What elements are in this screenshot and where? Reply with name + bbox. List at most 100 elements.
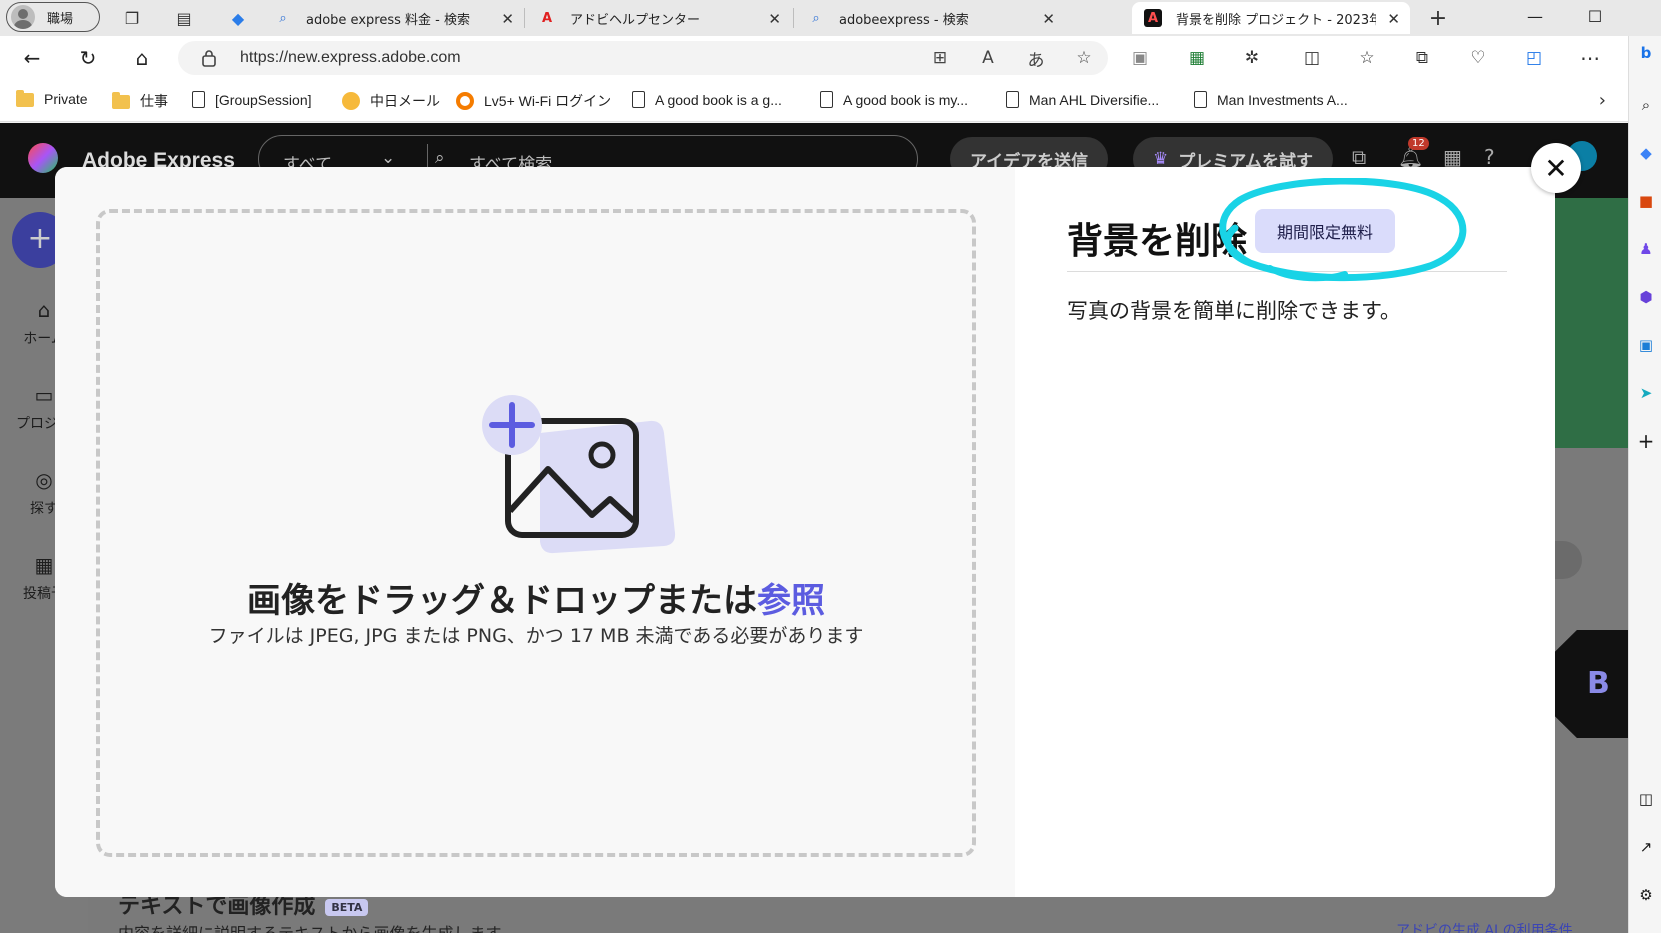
bing-chat-icon[interactable]: b xyxy=(1635,42,1657,64)
read-aloud-icon[interactable]: A xyxy=(964,48,1012,68)
free-for-limited-time-badge: 期間限定無料 xyxy=(1255,209,1395,253)
maximize-icon[interactable]: ☐ xyxy=(1575,2,1615,30)
hide-sidebar-icon[interactable]: ◫ xyxy=(1635,788,1657,810)
send-icon[interactable]: ➤ xyxy=(1635,382,1657,404)
bookmark-man-ahl[interactable]: Man AHL Diversifie... xyxy=(1006,91,1159,108)
more-menu-icon[interactable]: ⋯ xyxy=(1578,46,1602,70)
search-icon[interactable]: ⌕ xyxy=(1635,94,1657,116)
wifi-login-icon xyxy=(456,92,474,110)
bookmark-man-investments[interactable]: Man Investments A... xyxy=(1194,91,1348,108)
performance-icon[interactable]: ♡ xyxy=(1466,46,1490,70)
nav-label: 探す xyxy=(30,501,58,517)
browse-link[interactable]: 参照 xyxy=(757,581,825,621)
beta-badge: BETA xyxy=(325,898,369,916)
adobe-express-logo-icon xyxy=(28,143,58,173)
extension-green-icon[interactable]: ▦ xyxy=(1185,46,1209,70)
add-sidebar-app-icon[interactable]: + xyxy=(1635,429,1657,453)
settings-gear-icon[interactable]: ⚙ xyxy=(1635,884,1657,906)
tab-remove-background[interactable]: A 背景を削除 プロジェクト - 2023年 ✕ xyxy=(1132,2,1410,34)
office-icon[interactable]: ⬢ xyxy=(1635,286,1657,308)
extensions-puzzle-icon[interactable]: ✲ xyxy=(1240,46,1264,70)
genai-terms-link[interactable]: アドビの生成 AI の利用条件 xyxy=(1396,920,1573,933)
text-to-image-desc: 内容を詳細に説明するテキストから画像を生成します xyxy=(118,920,502,933)
bookmark-chunichi-mail[interactable]: 中日メール xyxy=(342,91,440,111)
bookmark-label: Man AHL Diversifie... xyxy=(1029,91,1160,108)
bookmark-label: Man Investments A... xyxy=(1217,91,1348,108)
image-upload-icon xyxy=(482,395,676,554)
games-icon[interactable]: ♟ xyxy=(1635,238,1657,260)
open-external-icon[interactable]: ↗ xyxy=(1635,836,1657,858)
tab-adobe-express-pricing[interactable]: ⌕ adobe express 料金 - 検索 ✕ xyxy=(262,2,524,34)
bookmark-good-book-1[interactable]: A good book is a g... xyxy=(632,91,782,108)
bookmark-good-book-2[interactable]: A good book is my... xyxy=(820,91,968,108)
vertical-tabs-icon[interactable]: ▤ xyxy=(172,6,196,30)
share-icon[interactable]: ⧉ xyxy=(1352,145,1366,169)
mail-icon xyxy=(342,92,360,110)
close-modal-button[interactable]: ✕ xyxy=(1531,143,1581,193)
edge-drop-icon[interactable]: ◰ xyxy=(1522,46,1546,70)
tools-icon[interactable]: ■ xyxy=(1635,190,1657,212)
split-screen-icon[interactable]: ◫ xyxy=(1300,46,1324,70)
extension-icon[interactable]: ▣ xyxy=(1128,46,1152,70)
refresh-icon[interactable]: ↻ xyxy=(74,45,102,71)
file-requirements-note: ファイルは JPEG, JPG または PNG、かつ 17 MB 未満である必要… xyxy=(208,625,864,647)
bookmark-label: A good book is my... xyxy=(843,91,969,108)
url-text: https://new.express.adobe.com xyxy=(240,49,461,66)
chevron-down-icon: ⌄ xyxy=(381,148,396,168)
minimize-icon[interactable]: — xyxy=(1515,2,1555,30)
shopping-tag-icon[interactable]: ◆ xyxy=(1635,142,1657,164)
brand-b-icon: B xyxy=(1587,666,1610,701)
translate-icon[interactable]: あ xyxy=(1012,46,1060,71)
tab-adobe-help[interactable]: A アドビヘルプセンター ✕ xyxy=(526,2,791,34)
close-tab-icon[interactable]: ✕ xyxy=(501,10,514,28)
tab-adobeexpress-search[interactable]: ⌕ adobeexpress - 検索 ✕ xyxy=(795,2,1065,34)
chevron-right-icon[interactable]: › xyxy=(1599,90,1606,111)
favorites-icon[interactable]: ☆ xyxy=(1355,46,1379,70)
bookmark-wifi-login[interactable]: Lv5+ Wi-Fi ログイン xyxy=(456,91,611,111)
bookmark-groupsession[interactable]: [GroupSession] xyxy=(192,91,312,108)
collections-icon[interactable]: ⧉ xyxy=(1410,46,1434,70)
adobe-icon: A xyxy=(541,10,553,26)
navigation-bar: ← ↻ ⌂ https://new.express.adobe.com ⊞ A … xyxy=(0,36,1628,80)
help-icon[interactable]: ? xyxy=(1484,145,1495,169)
tab-strip: 職場 ❐ ▤ ◆ ⌕ adobe express 料金 - 検索 ✕ A アドビ… xyxy=(0,0,1661,36)
page-icon xyxy=(1194,91,1207,108)
outlook-icon[interactable]: ▣ xyxy=(1635,334,1657,356)
notification-badge: 12 xyxy=(1408,137,1429,150)
profile-label: 職場 xyxy=(47,11,74,27)
page-icon xyxy=(632,91,645,108)
info-panel: 背景を削除 期間限定無料 写真の背景を簡単に削除できます。 xyxy=(1015,167,1555,897)
upload-panel: 画像をドラッグ＆ドロップまたは参照 ファイルは JPEG, JPG または PN… xyxy=(55,167,1015,897)
close-tab-icon[interactable]: ✕ xyxy=(768,10,781,28)
home-icon[interactable]: ⌂ xyxy=(128,45,156,71)
app-available-icon[interactable]: ⊞ xyxy=(916,48,964,68)
bookmark-label: Lv5+ Wi-Fi ログイン xyxy=(484,93,612,109)
page-icon xyxy=(192,91,205,108)
adobe-express-icon: A xyxy=(1144,9,1162,27)
bookmark-private[interactable]: Private xyxy=(16,90,88,107)
brand-hex-logo: B xyxy=(1555,630,1628,738)
panel-title: 背景を削除 xyxy=(1067,221,1248,262)
section-title: テキストで画像作成 xyxy=(118,894,316,919)
back-icon[interactable]: ← xyxy=(18,45,46,71)
new-tab-icon[interactable]: + xyxy=(1426,6,1450,31)
bookmark-work[interactable]: 仕事 xyxy=(112,91,168,111)
edge-sidebar: b ⌕ ◆ ■ ♟ ⬢ ▣ ➤ + ◫ ↗ ⚙ xyxy=(1628,36,1661,933)
bookmark-label: Private xyxy=(44,91,88,107)
search-icon: ⌕ xyxy=(279,10,287,26)
bookmarks-bar: Private 仕事 [GroupSession] 中日メール Lv5+ Wi-… xyxy=(0,80,1628,122)
bookmark-label: A good book is a g... xyxy=(655,91,782,108)
dropzone-title-text: 画像をドラッグ＆ドロップまたは xyxy=(247,581,757,621)
close-tab-icon[interactable]: ✕ xyxy=(1387,10,1400,28)
pinned-tab-icon[interactable]: ◆ xyxy=(226,6,250,30)
search-icon: ⌕ xyxy=(435,148,445,168)
close-tab-icon[interactable]: ✕ xyxy=(1042,10,1055,28)
profile-button[interactable]: 職場 xyxy=(6,2,100,32)
address-bar[interactable]: https://new.express.adobe.com ⊞ A あ ☆ xyxy=(178,41,1108,75)
workspaces-icon[interactable]: ❐ xyxy=(120,6,144,30)
page-icon xyxy=(1006,91,1019,108)
apps-grid-icon[interactable]: ▦ xyxy=(1443,145,1462,169)
folder-icon xyxy=(16,90,34,107)
image-dropzone[interactable]: 画像をドラッグ＆ドロップまたは参照 ファイルは JPEG, JPG または PN… xyxy=(96,209,976,857)
favorite-star-icon[interactable]: ☆ xyxy=(1060,48,1108,68)
